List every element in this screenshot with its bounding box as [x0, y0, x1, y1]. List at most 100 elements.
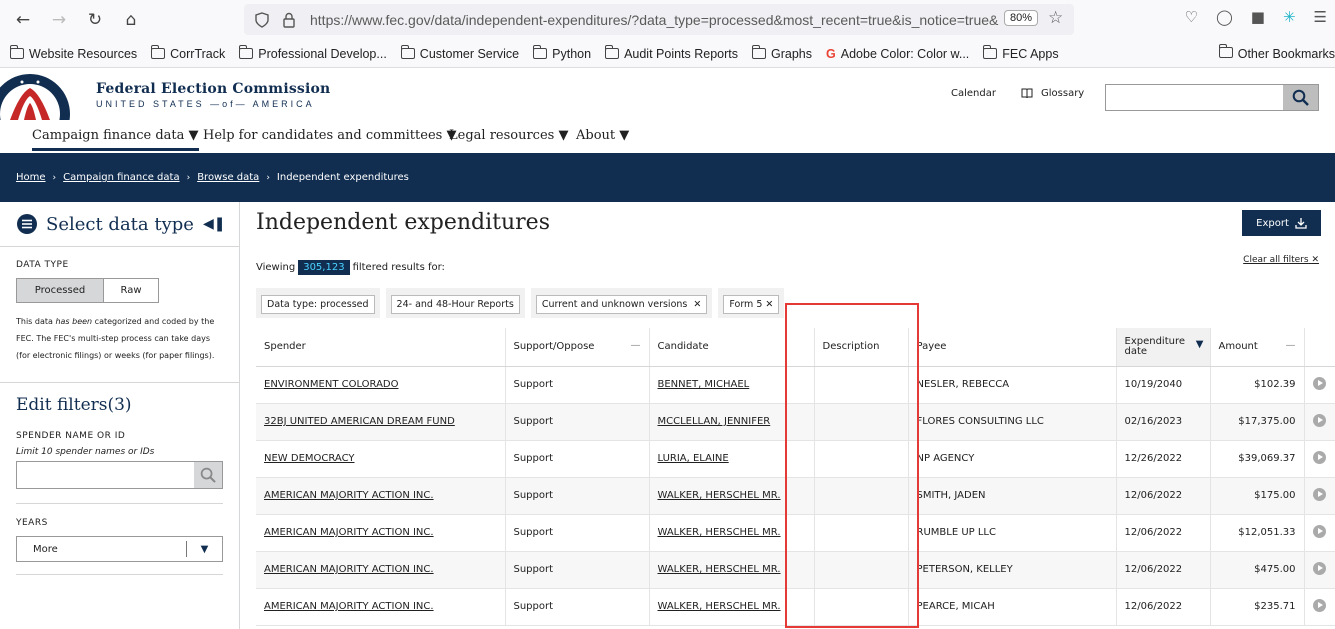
expand-row-icon[interactable] [1312, 561, 1326, 575]
breadcrumb-home[interactable]: Home [16, 172, 46, 183]
bookmark-item[interactable]: Customer Service [400, 45, 519, 61]
cell-date: 12/06/2022 [1116, 551, 1211, 589]
nav-campaign-finance-data[interactable]: Campaign finance data ▼ [32, 128, 199, 151]
bookmark-other[interactable]: Other Bookmarks [1218, 44, 1335, 61]
cell-spender[interactable]: NEW DEMOCRACY [256, 440, 506, 478]
calendar-link[interactable]: Calendar [951, 88, 996, 99]
cell-date: 12/06/2022 [1116, 477, 1211, 515]
expand-row-icon[interactable] [1312, 450, 1326, 464]
bookmark-item[interactable]: CorrTrack [151, 45, 225, 61]
pocket-icon[interactable]: ♡ [1185, 8, 1198, 26]
sort-icon: — [1285, 340, 1296, 351]
breadcrumb-browse-data[interactable]: Browse data [197, 172, 259, 183]
bookmark-item[interactable]: Professional Develop... [239, 45, 387, 61]
breadcrumb-campaign-finance[interactable]: Campaign finance data [63, 172, 179, 183]
sidebar-header: Select data type ◀❚ [0, 202, 239, 247]
spender-search-button[interactable] [194, 462, 222, 488]
cell-payee: PETERSON, KELLEY [908, 551, 1117, 589]
expand-row-icon[interactable] [1312, 524, 1326, 538]
bookmark-item[interactable]: Audit Points Reports [605, 45, 738, 61]
expand-row-icon[interactable] [1312, 376, 1326, 390]
cell-payee: NP AGENCY [908, 440, 1117, 478]
cell-payee: FLORES CONSULTING LLC [908, 403, 1117, 441]
nav-legal-resources[interactable]: Legal resources ▼ [449, 128, 568, 143]
cell-payee: NESLER, REBECCA [908, 366, 1117, 404]
collapse-sidebar-icon[interactable]: ◀❚ [203, 216, 226, 232]
raw-button[interactable]: Raw [104, 278, 159, 303]
remove-tag-icon[interactable]: ✕ [693, 299, 701, 310]
cell-amount: $475.00 [1210, 551, 1305, 589]
bookmarks-bar: Website Resources CorrTrack Professional D… [0, 40, 1335, 68]
processed-button[interactable]: Processed [16, 278, 104, 303]
cell-date: 10/19/2040 [1116, 366, 1211, 404]
spender-input[interactable] [17, 462, 194, 488]
folder-icon [605, 45, 620, 59]
fec-seal-logo[interactable] [0, 68, 88, 120]
clear-all-filters[interactable]: Clear all filters ✕ [1243, 255, 1319, 265]
forward-icon[interactable]: → [44, 5, 74, 35]
chevron-down-icon: ▼ [186, 541, 222, 557]
bookmark-item[interactable]: FEC Apps [983, 45, 1059, 61]
cell-spender[interactable]: AMERICAN MAJORITY ACTION INC. [256, 477, 506, 515]
filter-menu-icon [17, 214, 37, 234]
brand-subtitle: UNITED STATES —of— AMERICA [96, 99, 315, 109]
lock-icon[interactable] [282, 12, 296, 28]
column-header-support[interactable]: Support/Oppose — [505, 328, 650, 367]
spender-search [16, 461, 223, 489]
folder-icon [400, 45, 415, 59]
bookmark-item[interactable]: Python [533, 45, 591, 61]
page-title: Independent expenditures [256, 210, 550, 235]
site-search [1105, 84, 1319, 111]
menu-icon[interactable]: ☰ [1314, 8, 1327, 26]
content-area: Select data type ◀❚ DATA TYPE Processed … [0, 202, 1335, 629]
site-search-input[interactable] [1106, 85, 1283, 110]
cell-spender[interactable]: AMERICAN MAJORITY ACTION INC. [256, 551, 506, 589]
cell-spender[interactable]: AMERICAN MAJORITY ACTION INC. [256, 588, 506, 626]
url-text[interactable]: https://www.fec.gov/data/independent-exp… [310, 12, 1000, 28]
breadcrumb: Home › Campaign finance data › Browse data… [0, 153, 1335, 202]
extension-icon[interactable]: ■ [1251, 8, 1265, 26]
address-bar[interactable]: https://www.fec.gov/data/independent-exp… [244, 4, 1074, 35]
back-icon[interactable]: ← [8, 5, 38, 35]
folder-icon [752, 45, 767, 59]
nav-about[interactable]: About ▼ [576, 128, 629, 143]
export-button[interactable]: Export [1242, 210, 1321, 236]
cell-spender[interactable]: ENVIRONMENT COLORADO [256, 366, 506, 404]
expand-row-icon[interactable] [1312, 598, 1326, 612]
expand-row-icon[interactable] [1312, 487, 1326, 501]
search-icon [1292, 89, 1309, 106]
folder-icon [10, 45, 24, 59]
shield-icon[interactable] [254, 11, 270, 28]
site-search-button[interactable] [1283, 85, 1318, 110]
glossary-link[interactable]: Glossary [1021, 88, 1084, 99]
spender-hint: Limit 10 spender names or IDs [16, 447, 155, 457]
zoom-level[interactable]: 80% [1004, 10, 1039, 26]
home-icon[interactable]: ⌂ [116, 5, 146, 35]
main-nav: Campaign finance data ▼ Help for candida… [0, 120, 1335, 153]
years-select[interactable]: More ▼ [16, 536, 223, 562]
results-count: Viewing 305,123 filtered results for: [256, 260, 445, 275]
bookmark-star-icon[interactable]: ☆ [1048, 8, 1063, 28]
nav-help-candidates[interactable]: Help for candidates and committees ▼ [203, 128, 456, 143]
cell-support: Support [505, 477, 650, 515]
cell-support: Support [505, 440, 650, 478]
book-icon [1021, 88, 1033, 99]
cell-date: 12/06/2022 [1116, 588, 1211, 626]
expand-row-icon[interactable] [1312, 413, 1326, 427]
cell-spender[interactable]: 32BJ UNITED AMERICAN DREAM FUND [256, 403, 506, 441]
column-header-payee[interactable]: Payee [908, 328, 1117, 367]
chevron-down-icon: ▼ [619, 128, 630, 143]
cell-spender[interactable]: AMERICAN MAJORITY ACTION INC. [256, 514, 506, 552]
remove-tag-icon[interactable]: ✕ [765, 299, 773, 310]
bookmark-item[interactable]: Graphs [752, 45, 812, 61]
reload-icon[interactable]: ↻ [80, 5, 110, 35]
bookmark-item[interactable]: Website Resources [10, 45, 137, 61]
column-header-amount[interactable]: Amount — [1210, 328, 1305, 367]
bookmark-item[interactable]: G Adobe Color: Color w... [826, 47, 969, 61]
sparkle-icon[interactable]: ✳ [1283, 8, 1296, 26]
shield-extension-icon[interactable]: ◯ [1216, 8, 1233, 26]
column-header-date[interactable]: Expenditure date ▼ [1116, 328, 1211, 367]
brand[interactable]: Federal Election Commission UNITED STATE… [96, 81, 330, 109]
filter-tag: 24- and 48-Hour Reports [385, 288, 525, 318]
column-header-spender[interactable]: Spender [256, 328, 506, 367]
